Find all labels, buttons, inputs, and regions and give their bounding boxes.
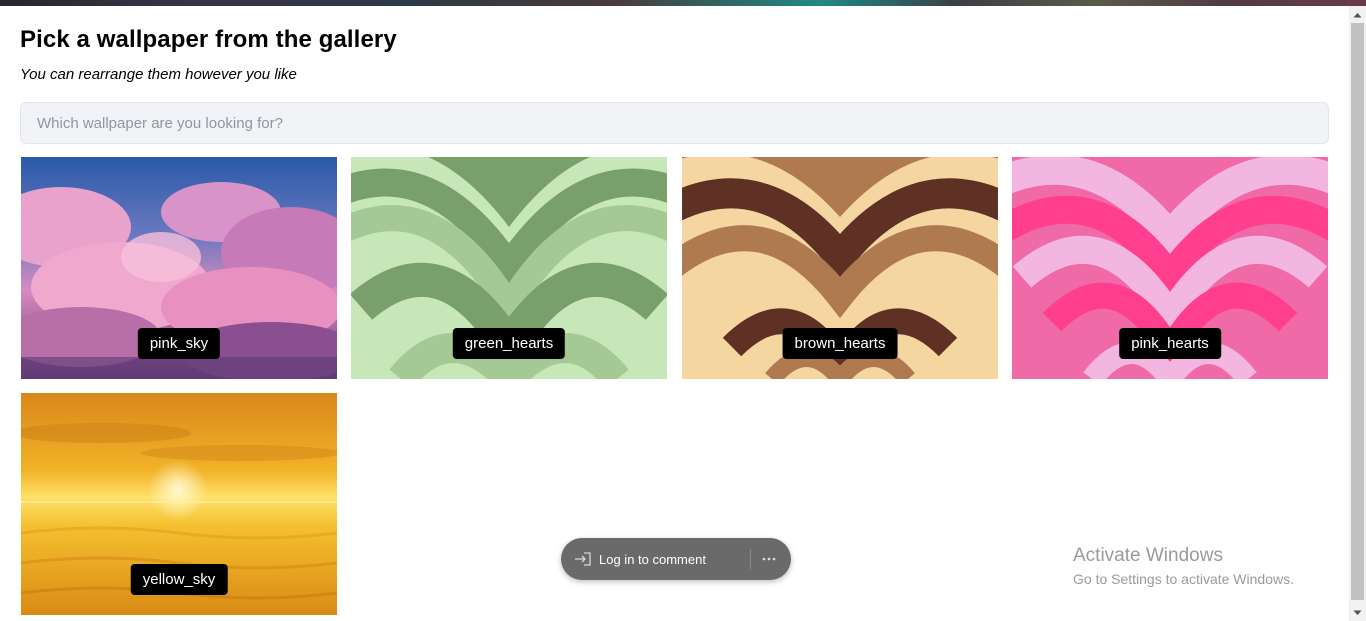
login-label: Log in to comment [599,551,706,567]
wallpaper-label: pink_sky [137,328,221,359]
more-options-button[interactable] [757,538,781,580]
wallpaper-card-pink-hearts[interactable]: pink_hearts [1012,157,1328,379]
scroll-up-arrow[interactable] [1349,6,1366,23]
wallpaper-label: brown_hearts [782,328,898,359]
wallpaper-card-pink-sky[interactable]: pink_sky [21,157,337,379]
search-input[interactable] [20,102,1329,144]
vertical-scrollbar[interactable] [1349,6,1366,621]
wallpaper-card-yellow-sky[interactable]: yellow_sky [21,393,337,615]
chevron-up-icon [1353,12,1362,17]
wallpaper-label: pink_hearts [1119,328,1221,359]
wallpaper-card-brown-hearts[interactable]: brown_hearts [682,157,998,379]
scroll-down-arrow[interactable] [1349,604,1366,621]
comment-bar-divider [750,549,751,569]
browser-top-strip [0,0,1366,6]
wallpaper-label: green_hearts [452,328,566,359]
watermark-title: Activate Windows [1073,545,1223,566]
scrollbar-thumb[interactable] [1351,23,1364,600]
activate-windows-watermark: Activate Windows Go to Settings to activ… [1073,545,1294,587]
comment-bar: Log in to comment [561,538,791,580]
login-to-comment-button[interactable]: Log in to comment [573,538,706,580]
wallpaper-card-green-hearts[interactable]: green_hearts [351,157,667,379]
chevron-down-icon [1353,610,1362,615]
page-title: Pick a wallpaper from the gallery [20,26,397,53]
watermark-subtitle: Go to Settings to activate Windows. [1073,571,1294,587]
login-icon [575,552,591,566]
page-subtitle: You can rearrange them however you like [20,66,297,83]
wallpaper-label: yellow_sky [130,564,228,595]
more-icon [762,557,776,561]
